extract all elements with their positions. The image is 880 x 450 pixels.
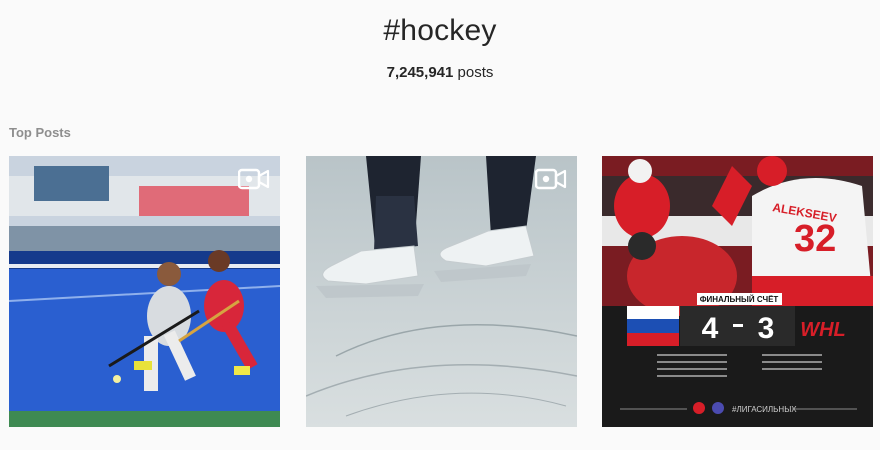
field-hockey-image xyxy=(9,156,280,427)
video-icon xyxy=(535,168,567,190)
score-away: 3 xyxy=(758,312,775,345)
hashtag-title: #hockey xyxy=(383,14,497,47)
score-home: 4 xyxy=(702,312,719,345)
post-count: 7,245,941 posts xyxy=(0,64,880,81)
post-tile-final-score[interactable]: ALEKSEEV 32 ФИНАЛЬНЫЙ СЧЁТ 4 3 WHL #ЛИГА… xyxy=(602,156,873,427)
score-label: ФИНАЛЬНЫЙ СЧЁТ xyxy=(700,295,779,304)
post-count-value: 7,245,941 xyxy=(386,64,454,81)
top-posts-grid: ALEKSEEV 32 ФИНАЛЬНЫЙ СЧЁТ 4 3 WHL #ЛИГА… xyxy=(9,156,873,428)
post-tile-figure-skates[interactable] xyxy=(306,156,577,427)
video-icon xyxy=(238,168,270,190)
final-score-image: ALEKSEEV 32 ФИНАЛЬНЫЙ СЧЁТ 4 3 WHL #ЛИГА… xyxy=(602,156,873,427)
post-count-suffix: posts xyxy=(457,64,494,81)
top-posts-label: Top Posts xyxy=(9,125,71,140)
post-tile-field-hockey[interactable] xyxy=(9,156,280,427)
jersey-number: 32 xyxy=(794,218,836,260)
hashtag-caption: #ЛИГАСИЛЬНЫХ xyxy=(732,405,797,414)
figure-skates-image xyxy=(306,156,577,427)
team-logo: WHL xyxy=(800,319,846,341)
